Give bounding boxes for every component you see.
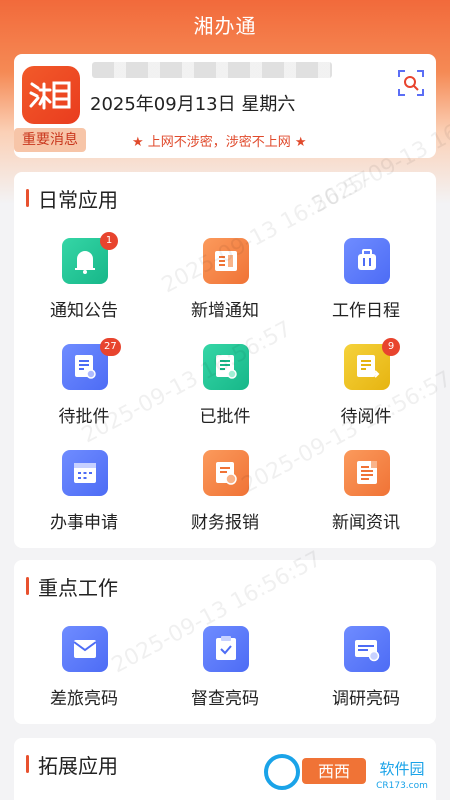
tile-label: 已批件 <box>199 407 251 427</box>
tile-label: 工作日程 <box>332 301 400 321</box>
calendar-icon <box>62 450 108 496</box>
section-title-extended: 拓展应用 <box>26 750 118 779</box>
news-icon <box>344 450 390 496</box>
tile-research-code[interactable]: 调研亮码 <box>296 626 436 726</box>
app-logo <box>22 66 80 124</box>
tile-new-notice[interactable]: 新增通知 <box>155 238 295 338</box>
briefcase-icon <box>344 238 390 284</box>
badge-notice: 1 <box>100 232 118 250</box>
tile-label: 新增通知 <box>191 301 259 321</box>
svg-text:软件园: 软件园 <box>379 760 424 778</box>
site-logo-url: CR173.com <box>376 781 428 791</box>
site-watermark-logo: 西西 软件园 CR173.com <box>262 752 442 792</box>
tile-label: 调研亮码 <box>332 689 400 709</box>
scan-button[interactable] <box>396 68 426 98</box>
key-work-card: 重点工作 差旅亮码 督查亮码 调研亮码 <box>14 560 436 724</box>
current-date: 2025年09月13日 星期六 <box>90 94 296 115</box>
tile-label: 通知公告 <box>50 301 118 321</box>
scan-icon <box>398 70 424 96</box>
tile-inspection-code[interactable]: 督查亮码 <box>155 626 295 726</box>
section-title-daily: 日常应用 <box>26 184 118 213</box>
tile-label: 待批件 <box>58 407 110 427</box>
badge-pending-approval: 27 <box>100 338 121 356</box>
tile-service-request[interactable]: 办事申请 <box>14 450 154 550</box>
daily-apps-card: 日常应用 1 通知公告 新增通知 工作日程 27 待批件 已批件 9 待阅件 办… <box>14 172 436 548</box>
finance-icon <box>203 450 249 496</box>
tile-to-read[interactable]: 9 待阅件 <box>296 338 436 444</box>
card-check-icon <box>344 626 390 672</box>
app-title: 湘办通 <box>193 14 257 38</box>
tile-label: 待阅件 <box>340 407 392 427</box>
tile-label: 督查亮码 <box>191 689 259 709</box>
section-title-key-work: 重点工作 <box>26 572 118 601</box>
tile-news[interactable]: 新闻资讯 <box>296 450 436 550</box>
tile-schedule[interactable]: 工作日程 <box>296 238 436 338</box>
site-logo-name: 西西 <box>318 762 350 781</box>
notice-bar[interactable]: 重要消息 ★ 上网不涉密，涉密不上网 ★ <box>14 128 436 154</box>
document-icon <box>203 238 249 284</box>
approved-doc-icon <box>203 344 249 390</box>
notice-text: ★ 上网不涉密，涉密不上网 ★ <box>132 135 307 150</box>
tile-finance[interactable]: 财务报销 <box>155 450 295 550</box>
tile-label: 差旅亮码 <box>50 689 118 709</box>
tile-travel-code[interactable]: 差旅亮码 <box>14 626 154 726</box>
tile-pending-approval[interactable]: 27 待批件 <box>14 338 154 444</box>
tile-approved[interactable]: 已批件 <box>155 344 295 444</box>
tile-label: 财务报销 <box>191 513 259 533</box>
masked-user-info <box>92 62 332 78</box>
notice-tag: 重要消息 <box>14 128 86 152</box>
tile-notice[interactable]: 1 通知公告 <box>14 232 154 338</box>
tile-label: 新闻资讯 <box>332 513 400 533</box>
envelope-icon <box>62 626 108 672</box>
tile-label: 办事申请 <box>50 513 118 533</box>
badge-to-read: 9 <box>382 338 400 356</box>
clipboard-check-icon <box>203 626 249 672</box>
